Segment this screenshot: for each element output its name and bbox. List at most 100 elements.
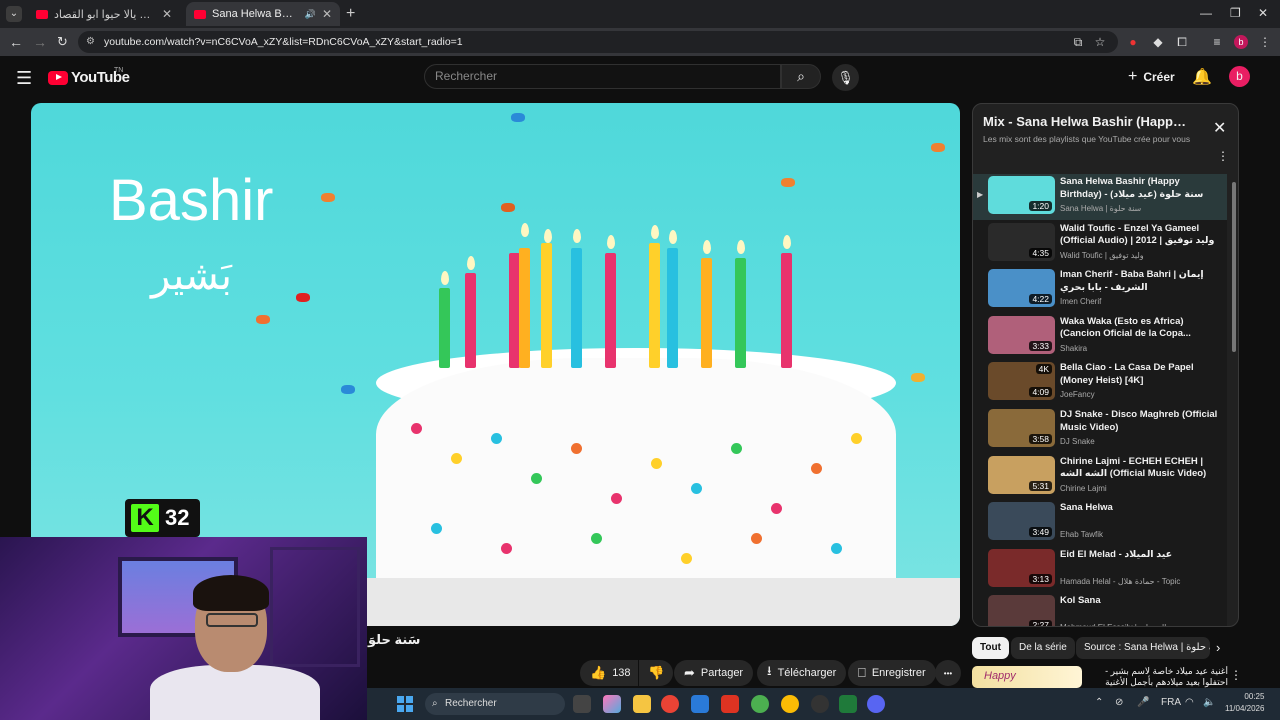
outlook-icon[interactable] [691,695,709,713]
windows-taskbar: ⌕ Rechercher ⌃ ⊘ 🎤 FRA ◠ 🔈 00:25 11/04/2… [367,688,1280,720]
site-info-icon[interactable]: ⚙ [86,31,95,53]
sprinkle [851,433,862,444]
extension-icon[interactable]: ● [1126,35,1140,49]
chrome-alt-icon[interactable] [751,695,769,713]
like-button[interactable]: 👍 138 [580,660,638,686]
playlist-item-thumbnail[interactable]: 4:22 [988,269,1055,308]
candle [649,243,660,368]
search-input[interactable]: Rechercher [424,64,781,89]
recommended-thumbnail[interactable]: Happy [972,666,1082,688]
playlist-item-title: DJ Snake - Disco Maghreb (Official Music… [1060,409,1218,433]
voice-search-icon[interactable]: 🎙 [832,64,859,91]
playlist-scrollbar[interactable] [1231,174,1237,624]
playlist-item-thumbnail[interactable]: 5:31 [988,455,1055,494]
new-tab-button[interactable]: + [346,5,355,23]
copilot-icon[interactable] [603,695,621,713]
back-icon[interactable]: ← [9,34,23,50]
recommended-title[interactable]: أغنية عيد ميلاد خاصة لاسم بشير - احتفلوا… [1088,666,1228,688]
extensions-puzzle-icon[interactable]: ⧠ [1175,35,1189,49]
playlist-title[interactable]: Mix - Sana Helwa Bashir (Happy Birthday) [983,114,1193,129]
tray-chevron-icon[interactable]: ⌃ [1095,697,1103,708]
windows-start-icon[interactable] [397,696,413,712]
forward-icon[interactable]: → [33,34,47,50]
playlist-item-thumbnail[interactable]: 4:35 [988,222,1055,261]
chip-all[interactable]: Tout [972,637,1009,659]
menu-icon[interactable]: ☰ [16,68,32,89]
speaker-icon[interactable]: 🔊 [305,9,316,20]
playlist-item[interactable]: 3:13 Eid El Melad - عيد الميلاد Hamada Hel… [973,547,1227,593]
playlist-more-icon[interactable]: ⋮ [1217,149,1229,163]
playlist-item[interactable]: 5:31 Chirine Lajmi - ECHEH ECHEH | الشه ا… [973,454,1227,500]
minimize-icon[interactable]: — [1200,6,1212,20]
tab-list-button[interactable]: ⌄ [6,6,22,22]
browser-tab-1[interactable]: يلا حالا يالا حيوا ابو القصاد uTube ✕ [28,2,180,26]
confetti [781,178,795,187]
install-app-icon[interactable]: ⧉ [1071,35,1085,49]
more-actions-button[interactable]: ••• [935,660,961,686]
playlist-item-thumbnail[interactable]: 2:27 [988,595,1055,626]
download-button[interactable]: ⭳ Télécharger [757,660,847,686]
chrome-active-icon[interactable] [781,695,799,713]
mix-playlist-panel: Mix - Sana Helwa Bashir (Happy Birthday)… [972,103,1239,627]
discord-icon[interactable] [867,695,885,713]
clock[interactable]: 00:25 11/04/2026 [1225,691,1264,715]
confetti [296,293,310,302]
share-button[interactable]: ➦ Partager [674,660,754,686]
notifications-bell-icon[interactable]: 🔔 [1192,67,1212,87]
playlist-item-thumbnail[interactable]: 3:58 [988,409,1055,447]
playlist-item[interactable]: 2:27 Kol Sana Mahmoud El Esseily | محمود ا… [973,593,1227,626]
file-explorer-icon[interactable] [633,695,651,713]
sheets-icon[interactable] [839,695,857,713]
chip-source[interactable]: Source : Sana Helwa | سنة حلوة [1076,637,1210,659]
close-playlist-icon[interactable]: ✕ [1213,118,1226,138]
close-tab-icon[interactable]: ✕ [322,7,332,21]
url-field[interactable]: ⚙ youtube.com/watch?v=nC6CVoA_xZY&list=R… [78,31,1118,53]
playlist-item-thumbnail[interactable]: 3:49 [988,502,1055,541]
wifi-icon[interactable]: ◠ [1185,697,1194,708]
flame [573,229,581,243]
profile-avatar[interactable]: b [1234,35,1248,49]
mic-tray-icon[interactable]: 🎤 [1137,697,1149,708]
browser-tab-2[interactable]: Sana Helwa Bashir (Happy B 🔊 ✕ [186,2,340,26]
extension-diamond-icon[interactable]: ◆ [1151,35,1165,49]
restore-icon[interactable]: ❐ [1230,6,1241,20]
task-view-icon[interactable] [573,695,591,713]
playlist-item[interactable]: 3:58 DJ Snake - Disco Maghreb (Official M… [973,407,1227,453]
playlist-item-thumbnail[interactable]: 3:33 [988,315,1055,354]
reading-list-icon[interactable]: ≡ [1210,35,1224,49]
browser-menu-icon[interactable]: ⋮ [1258,35,1272,49]
bookmark-star-icon[interactable]: ☆ [1093,35,1107,49]
recommended-more-icon[interactable]: ⋮ [1230,668,1242,682]
playlist-item-thumbnail[interactable]: 1:20 [988,176,1055,214]
playlist-item[interactable]: 4:35 Walid Toufic - Enzel Ya Gameel (Offi… [973,221,1227,267]
search-button[interactable]: ⌕ [781,64,821,89]
recommended-video[interactable]: Happy أغنية عيد ميلاد خاصة لاسم بشير - ا… [972,666,1242,688]
playlist-item[interactable]: 3:33 Waka Waka (Esto es Africa) (Cancion … [973,314,1227,360]
kick-logo-icon: K [131,504,159,532]
playlist-item[interactable]: 4:22 Iman Cherif - Baba Bahri | إيمان الش… [973,267,1227,313]
scrollbar-thumb[interactable] [1232,182,1236,352]
video-overlay-arabic-name: بَشير [151,253,232,299]
wps-icon[interactable] [721,695,739,713]
reload-icon[interactable]: ↻ [57,34,68,50]
candle [439,288,450,368]
chevron-right-icon[interactable]: › [1216,640,1220,655]
save-button[interactable]: ⎕ Enregistrer [848,660,936,686]
dislike-button[interactable]: 👎 [639,660,673,686]
playlist-item[interactable]: ▶ 1:20 Sana Helwa Bashir (Happy Birthday) … [973,174,1227,220]
language-indicator[interactable]: FRA [1161,697,1181,708]
playlist-item[interactable]: 4K 4:09 Bella Ciao - La Casa De Papel (Mon… [973,360,1227,406]
chip-series[interactable]: De la série [1011,637,1075,659]
playlist-item[interactable]: 3:49 Sana Helwa Ehab Tawfik [973,500,1227,546]
obs-icon[interactable] [811,695,829,713]
close-tab-icon[interactable]: ✕ [162,7,172,21]
network-icon[interactable]: ⊘ [1115,697,1123,708]
close-window-icon[interactable]: ✕ [1258,6,1268,20]
create-button[interactable]: + Créer [1128,68,1175,86]
playlist-item-thumbnail[interactable]: 4K 4:09 [988,362,1055,401]
chrome-icon[interactable] [661,695,679,713]
playlist-item-thumbnail[interactable]: 3:13 [988,548,1055,587]
account-avatar[interactable]: b [1229,66,1250,87]
volume-icon[interactable]: 🔈 [1203,697,1215,708]
taskbar-search[interactable]: ⌕ Rechercher [425,693,565,715]
